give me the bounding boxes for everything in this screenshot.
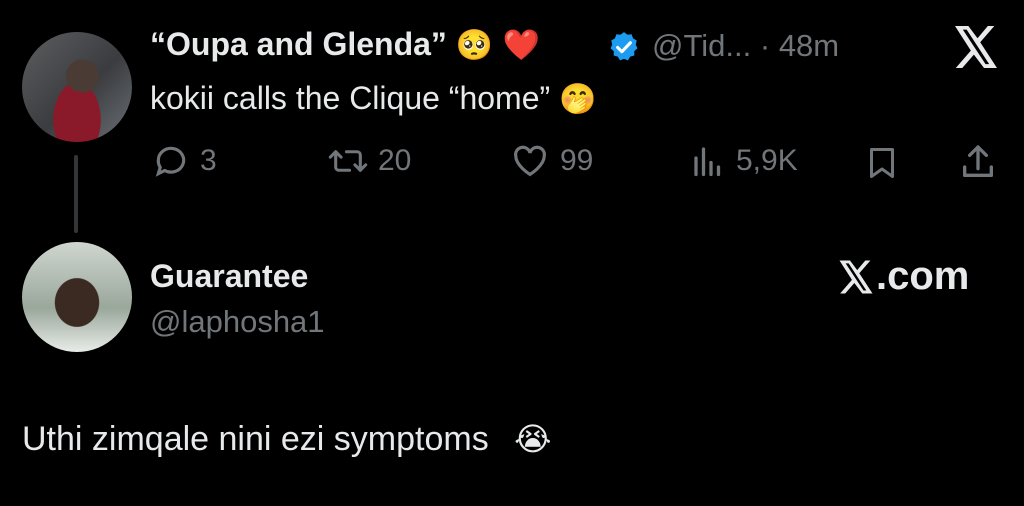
author-display-name: “Oupa and Glenda” — [150, 26, 447, 62]
author-handle[interactable]: @Tid... — [652, 28, 751, 63]
reply-author-name[interactable]: Guarantee — [150, 258, 308, 295]
repost-icon — [328, 142, 368, 180]
reply-icon — [152, 142, 190, 180]
reply-emoji: 😭 — [514, 420, 552, 458]
like-button[interactable]: 99 — [510, 142, 593, 180]
repost-button[interactable]: 20 — [328, 142, 411, 180]
reply-count: 3 — [200, 144, 217, 177]
reply-button[interactable]: 3 — [152, 142, 217, 180]
views-count: 5,9K — [736, 144, 798, 177]
repost-count: 20 — [378, 144, 412, 177]
share-icon[interactable] — [958, 142, 998, 182]
reply-body: Uthi zimqale nini ezi symptoms — [22, 420, 489, 458]
quoted-meta: @Tid... · 48m — [652, 28, 839, 64]
meta-separator: · — [759, 28, 771, 63]
name-emoji: 🥺 ❤️ — [455, 28, 541, 63]
x-logo-icon — [838, 260, 874, 294]
x-logo-icon[interactable] — [953, 26, 999, 68]
quoted-author-name[interactable]: “Oupa and Glenda” 🥺 ❤️ — [150, 26, 540, 63]
verified-badge-icon — [607, 30, 641, 64]
thread-connector — [74, 155, 78, 233]
reply-author-handle[interactable]: @laphosha1 — [150, 304, 325, 340]
views-icon — [690, 142, 726, 180]
like-count: 99 — [560, 144, 594, 177]
reply-text: Uthi zimqale nini ezi symptoms 😭 — [22, 420, 552, 459]
quoted-author-avatar[interactable] — [22, 32, 132, 142]
watermark-text: .com — [876, 254, 970, 298]
tweet-text: kokii calls the Clique “home” — [150, 80, 551, 116]
reply-author-avatar[interactable] — [22, 242, 132, 352]
x-com-watermark: .com — [838, 254, 969, 299]
tweet-text-emoji: 🤭 — [559, 82, 597, 117]
like-icon — [510, 142, 550, 180]
tweet-timestamp[interactable]: 48m — [779, 28, 839, 63]
bookmark-icon[interactable] — [864, 144, 900, 182]
quoted-tweet-text: kokii calls the Clique “home” 🤭 — [150, 80, 596, 117]
views-button[interactable]: 5,9K — [690, 142, 798, 180]
